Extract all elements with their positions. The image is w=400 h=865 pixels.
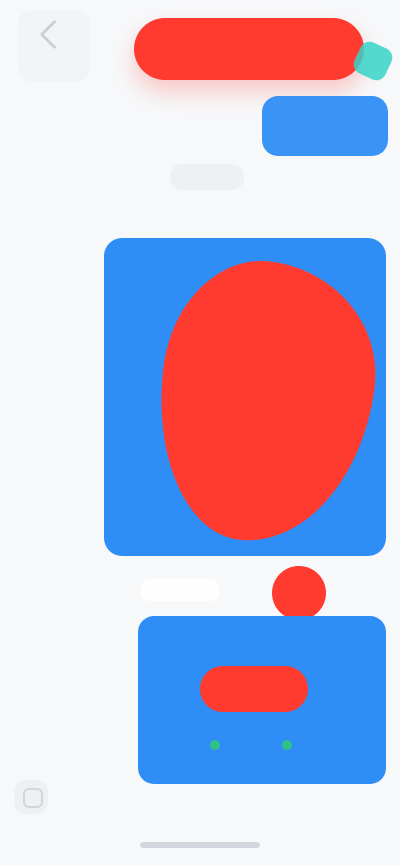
blue-tab[interactable]: [262, 96, 388, 156]
red-dot: [272, 566, 326, 620]
page-title: [134, 18, 364, 80]
time-chip: [170, 164, 244, 190]
top-bar: [0, 0, 400, 98]
back-button[interactable]: [18, 10, 90, 82]
status-dot-2: [282, 740, 292, 750]
title-redaction: [134, 18, 364, 80]
home-indicator[interactable]: [140, 842, 260, 848]
chevron-left-icon: [39, 19, 70, 50]
message-2-text: [138, 616, 139, 617]
back-label: [24, 62, 90, 76]
message-1-redaction: [143, 250, 386, 554]
chat-screen: [0, 0, 400, 865]
small-chip: [140, 578, 220, 602]
message-card-2[interactable]: [138, 616, 386, 784]
tool-icon[interactable]: [14, 780, 48, 814]
message-2-redaction: [200, 666, 308, 712]
message-1-text: [104, 238, 105, 239]
message-card-1[interactable]: [104, 238, 386, 556]
tool-icon-glyph: [23, 788, 43, 808]
status-dot-1: [210, 740, 220, 750]
